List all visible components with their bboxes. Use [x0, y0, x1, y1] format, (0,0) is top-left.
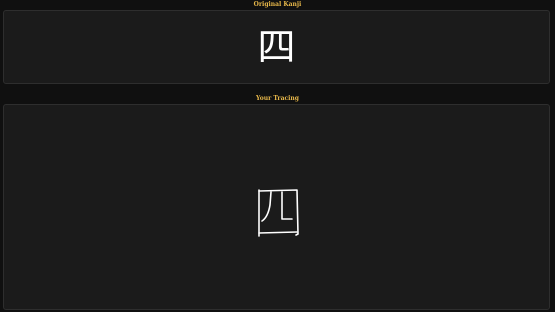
trace-stroke-bottom — [258, 231, 298, 234]
trace-stroke-top-right — [258, 189, 299, 236]
trace-stroke-inner-left — [261, 191, 272, 222]
your-tracing-heading: Your Tracing — [256, 95, 299, 102]
trace-stroke-inner-right — [281, 191, 293, 220]
tracing-drawing — [258, 189, 299, 237]
original-kanji-panel: 四 — [3, 10, 550, 84]
original-kanji-heading: Original Kanji — [253, 1, 302, 8]
tracing-canvas[interactable] — [3, 104, 550, 310]
original-kanji-character: 四 — [257, 25, 296, 69]
